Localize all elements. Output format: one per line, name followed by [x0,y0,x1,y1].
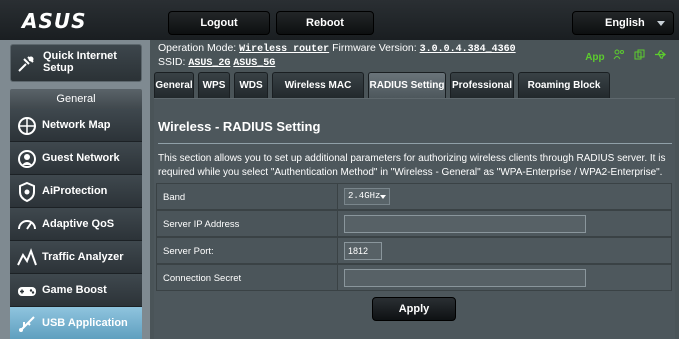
asus-logo: ASUS [22,9,87,33]
sidebar-item-adaptive-qos[interactable]: Adaptive QoS [10,208,142,241]
sidebar-item-label: USB Application [42,317,128,329]
status-icons: App [579,49,667,63]
ssid-2g-link[interactable]: ASUS_2G [188,58,230,69]
title-divider [158,143,672,144]
reboot-button[interactable]: Reboot [276,11,374,35]
band-row: Band 2.4GHz [156,183,672,210]
tab-wps[interactable]: WPS [198,72,230,98]
ssid-5g-link[interactable]: ASUS_5G [233,58,275,69]
guest-network-icon [16,148,38,170]
shield-icon [16,181,38,203]
band-select[interactable]: 2.4GHz [344,188,390,205]
main-content: Operation Mode: Wireless router Firmware… [150,40,679,339]
ssid-label: SSID: [158,56,186,68]
quick-internet-setup-button[interactable]: Quick Internet Setup [10,44,142,82]
connection-secret-row: Connection Secret [156,264,672,291]
gamepad-icon [16,280,38,302]
router-info: Operation Mode: Wireless router Firmware… [158,42,516,70]
tab-professional[interactable]: Professional [450,72,514,98]
sidebar-item-traffic-analyzer[interactable]: Traffic Analyzer [10,241,142,274]
tab-wireless-mac-filter[interactable]: Wireless MAC Filter [272,72,364,117]
sidebar-item-label: Traffic Analyzer [42,251,124,263]
copy-icon[interactable] [634,49,648,63]
band-label: Band [163,192,186,203]
server-port-input[interactable]: 1812 [344,242,382,260]
sidebar-item-guest-network[interactable]: Guest Network [10,142,142,175]
tab-general[interactable]: General [154,72,194,98]
top-bar: ASUS Logout Reboot English [0,0,679,40]
chevron-down-icon [657,21,665,26]
usb-status-icon[interactable] [654,50,667,63]
sidebar-item-label: Network Map [42,119,111,131]
tab-roaming-block-list[interactable]: Roaming Block List [518,72,610,117]
firmware-link[interactable]: 3.0.0.4.384_4360 [420,44,516,55]
server-ip-row: Server IP Address [156,210,672,237]
sidebar-item-label: Game Boost [42,284,107,296]
quick-setup-icon [17,55,37,76]
sidebar-section-general: General [10,89,142,109]
server-port-label: Server Port: [163,246,214,257]
traffic-analyzer-icon [16,247,38,269]
radius-panel: Wireless - RADIUS Setting This section a… [154,98,675,339]
band-value: 2.4GHz [348,191,381,201]
quick-setup-label: Quick Internet Setup [43,50,117,74]
network-map-icon [16,115,38,137]
sidebar-item-aiprotection[interactable]: AiProtection [10,175,142,208]
tab-wds[interactable]: WDS [234,72,268,98]
sidebar-item-usb-application[interactable]: USB Application [10,307,142,339]
clients-icon[interactable] [613,49,628,63]
logout-button[interactable]: Logout [168,11,270,35]
language-select[interactable]: English [572,11,674,35]
app-link[interactable]: App [585,52,604,63]
description-text: This section allows you to set up additi… [158,153,666,178]
server-port-row: Server Port: 1812 [156,237,672,264]
server-ip-input[interactable] [344,215,586,233]
sidebar-item-game-boost[interactable]: Game Boost [10,274,142,307]
chevron-down-icon [380,195,386,199]
page-title: Wireless - RADIUS Setting [158,119,321,134]
firmware-label: Firmware Version: [332,42,417,54]
gauge-icon [16,214,38,236]
sidebar-item-label: AiProtection [42,185,108,197]
tab-radius-setting[interactable]: RADIUS Setting [368,72,446,98]
sidebar: Quick Internet Setup General Network Map… [0,40,150,339]
sidebar-item-network-map[interactable]: Network Map [10,109,142,142]
sidebar-item-label: Adaptive QoS [42,218,115,230]
language-label: English [605,17,645,29]
apply-button[interactable]: Apply [372,297,456,321]
radius-form: Band 2.4GHz Server IP Address Server Por… [156,183,672,291]
server-ip-label: Server IP Address [163,219,240,230]
sidebar-item-label: Guest Network [42,152,120,164]
usb-application-icon [16,313,38,335]
operation-mode-link[interactable]: Wireless router [239,44,329,55]
connection-secret-input[interactable] [344,269,586,287]
connection-secret-label: Connection Secret [163,273,242,284]
operation-mode-label: Operation Mode: [158,42,237,54]
sidebar-menu: Network Map Guest Network AiProtection A… [10,109,142,339]
